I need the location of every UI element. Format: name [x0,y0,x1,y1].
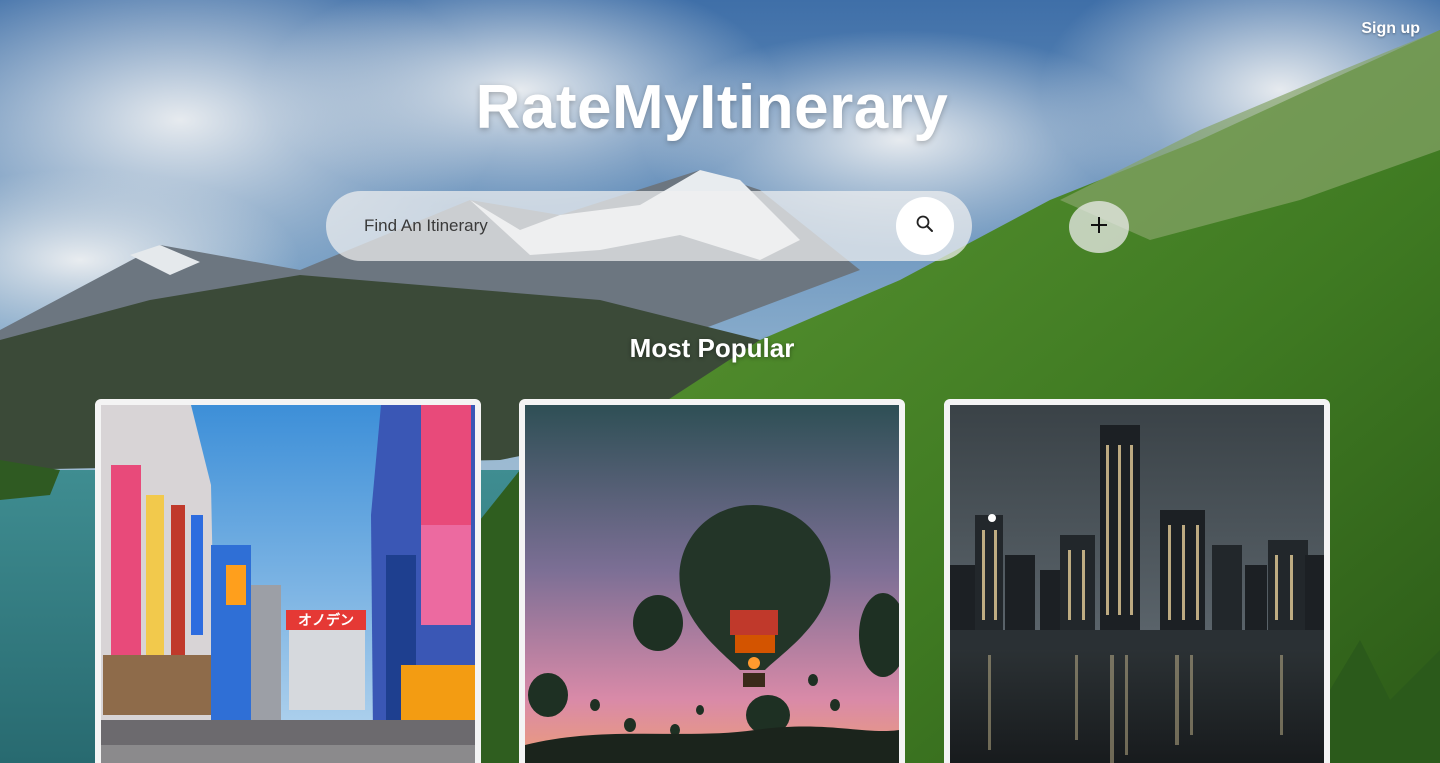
plus-icon [1089,215,1109,240]
shop-sign-text: オノデン [298,612,354,629]
hot-air-balloons-image [525,405,899,763]
night-skyline-image [950,405,1324,763]
itinerary-card-skyline[interactable] [944,399,1330,763]
search-bar [326,191,972,261]
most-popular-heading: Most Popular [629,333,795,363]
search-button[interactable] [896,197,954,255]
tokyo-street-image: オノデン [101,405,475,763]
itinerary-card-tokyo[interactable]: オノデン [95,399,481,763]
add-itinerary-button[interactable] [1069,201,1129,253]
search-icon [915,214,935,239]
search-input[interactable] [326,191,896,261]
brand-title: RateMyItinerary [475,73,949,142]
itinerary-card-balloons[interactable] [519,399,905,763]
sign-up-link[interactable]: Sign up [1361,20,1420,38]
